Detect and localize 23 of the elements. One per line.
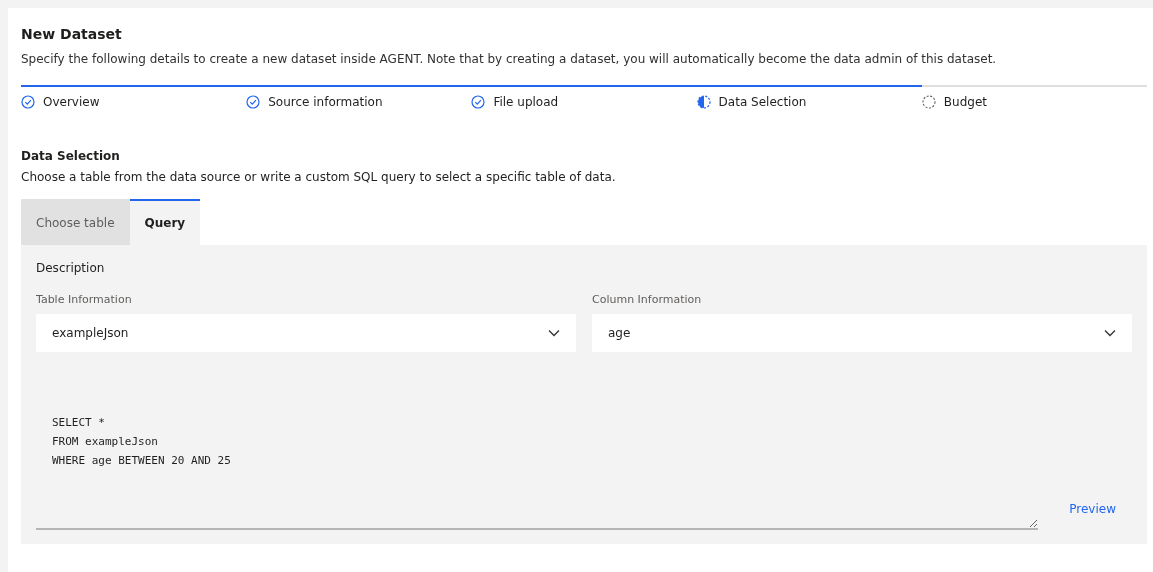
- check-circle-icon: [21, 95, 35, 109]
- dashed-circle-icon: [921, 95, 936, 109]
- field-label: Table Information: [36, 293, 133, 306]
- panel-title: Description: [36, 261, 106, 275]
- page-description: Specify the following details to create a new dataset inside AGENT. Note that by creating a dataset, you will automatically become the data admin of this dataset.: [21, 52, 998, 66]
- field-label: Column Information: [592, 293, 703, 306]
- wizard-step[interactable]: File upload: [471, 85, 697, 109]
- check-circle-icon: [471, 95, 486, 109]
- wizard-step[interactable]: Source information: [246, 85, 472, 109]
- check-circle-icon: [246, 95, 261, 109]
- dropdown[interactable]: exampleJson: [36, 314, 576, 352]
- wizard-step[interactable]: Data Selection: [696, 85, 922, 109]
- wizard-step[interactable]: Overview: [21, 85, 247, 109]
- section-title: Data Selection: [21, 149, 121, 163]
- page-title: New Dataset: [21, 26, 123, 42]
- preview-link[interactable]: Preview: [1069, 502, 1116, 516]
- chevron-down-icon: [1104, 329, 1116, 337]
- half-circle-icon: [696, 95, 711, 109]
- chevron-down-icon: [548, 329, 560, 337]
- dropdown[interactable]: age: [592, 314, 1132, 352]
- section-description: Choose a table from the data source or write a custom SQL query to select a specific table of data.: [21, 170, 617, 184]
- tab[interactable]: Choose table: [21, 199, 130, 245]
- tab[interactable]: Query: [129, 199, 201, 245]
